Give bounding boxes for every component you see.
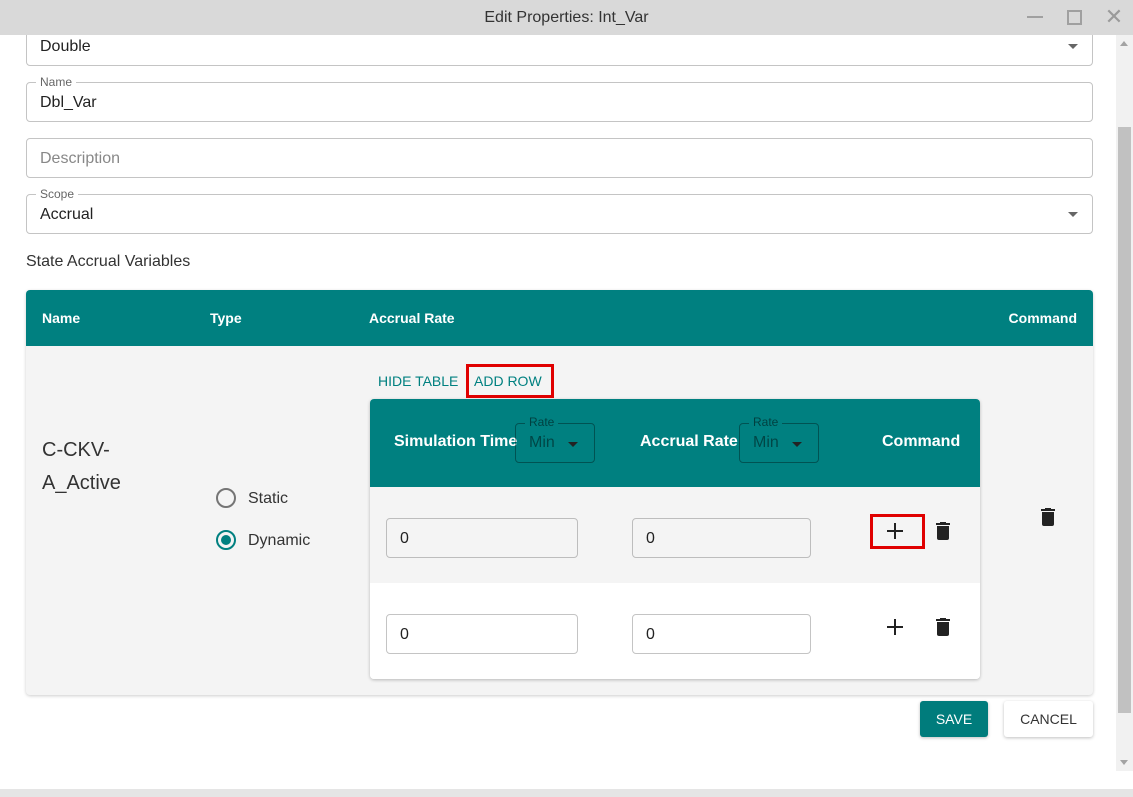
save-button[interactable]: SAVE: [920, 701, 988, 737]
chevron-down-icon: [1068, 212, 1078, 217]
state-accrual-table: Name Type Accrual Rate Command C-CKV- A_…: [26, 290, 1093, 695]
hide-table-button[interactable]: HIDE TABLE: [378, 373, 458, 389]
header-command: Command: [1008, 310, 1077, 326]
accrual-rate-value: 0: [646, 530, 655, 547]
chevron-down-icon: [792, 442, 802, 447]
dialog-content: Double Name Dbl_Var Description Scope Ac…: [0, 35, 1116, 789]
window-title: Edit Properties: Int_Var: [484, 9, 649, 26]
scrollbar[interactable]: [1116, 35, 1133, 771]
accrual-rate-value: 0: [646, 626, 655, 643]
header-type: Type: [210, 310, 242, 326]
radio-static[interactable]: [216, 488, 236, 508]
type-select[interactable]: Double: [26, 35, 1093, 66]
accrual-rate-input[interactable]: 0: [632, 518, 811, 558]
close-icon[interactable]: ✕: [1101, 5, 1127, 29]
trash-icon[interactable]: [1041, 508, 1055, 526]
header-inner-command: Command: [882, 433, 961, 450]
simulation-time-input[interactable]: 0: [386, 518, 578, 558]
scrollbar-thumb[interactable]: [1118, 127, 1131, 713]
plus-icon[interactable]: [885, 617, 905, 637]
table-row: 0 0: [370, 583, 980, 679]
scroll-down-icon[interactable]: [1120, 760, 1128, 765]
accrual-rate-table: Simulation Time Rate Min Accrual Rate Ra…: [370, 399, 980, 679]
variable-name-line2: A_Active: [42, 472, 121, 494]
sim-rate-select[interactable]: Rate Min: [515, 415, 595, 463]
radio-dynamic-label: Dynamic: [248, 532, 311, 549]
radio-static-label: Static: [248, 490, 289, 507]
window-bottom-border: [0, 789, 1133, 797]
cancel-button[interactable]: CANCEL: [1004, 701, 1093, 737]
simulation-time-input[interactable]: 0: [386, 614, 578, 654]
chevron-down-icon: [568, 442, 578, 447]
maximize-icon[interactable]: [1061, 5, 1087, 29]
simulation-time-value: 0: [400, 530, 409, 547]
table-row: 0 0: [370, 487, 980, 583]
header-simulation-time: Simulation Time: [394, 433, 518, 450]
header-accrual-rate: Accrual Rate: [369, 310, 455, 326]
scope-select[interactable]: Scope Accrual: [26, 187, 1093, 234]
sim-rate-value: Min: [529, 434, 555, 451]
radio-dynamic[interactable]: [216, 530, 236, 550]
add-row-highlight: [466, 364, 554, 398]
accrual-rate-select[interactable]: Rate Min: [739, 415, 819, 463]
minimize-icon[interactable]: [1022, 5, 1048, 29]
plus-highlight: [870, 514, 925, 549]
scope-select-label: Scope: [36, 187, 79, 201]
trash-icon[interactable]: [936, 618, 950, 636]
accrual-rate-input[interactable]: 0: [632, 614, 811, 654]
name-field[interactable]: Name Dbl_Var: [26, 75, 1093, 122]
table-header: Name Type Accrual Rate Command: [26, 290, 1093, 346]
accrual-rate-value: Min: [753, 434, 779, 451]
description-placeholder: Description: [40, 150, 121, 167]
section-label: State Accrual Variables: [26, 253, 191, 270]
description-field[interactable]: Description: [26, 138, 1093, 178]
trash-icon[interactable]: [936, 522, 950, 540]
header-inner-accrual-rate: Accrual Rate: [640, 433, 738, 450]
simulation-time-value: 0: [400, 626, 409, 643]
variable-name-line1: C-CKV-: [42, 439, 110, 461]
accrual-rate-table-header: Simulation Time Rate Min Accrual Rate Ra…: [370, 399, 980, 487]
variable-name: C-CKV- A_Active: [42, 434, 121, 500]
chevron-down-icon: [1068, 44, 1078, 49]
scope-select-value: Accrual: [40, 206, 94, 223]
scroll-up-icon[interactable]: [1120, 41, 1128, 46]
name-field-value: Dbl_Var: [40, 94, 97, 111]
accrual-rate-label: Rate: [749, 415, 783, 429]
header-name: Name: [42, 310, 81, 326]
type-select-value: Double: [40, 38, 91, 55]
sim-rate-label: Rate: [525, 415, 559, 429]
name-field-label: Name: [36, 75, 77, 89]
title-bar: Edit Properties: Int_Var ✕: [0, 0, 1133, 35]
